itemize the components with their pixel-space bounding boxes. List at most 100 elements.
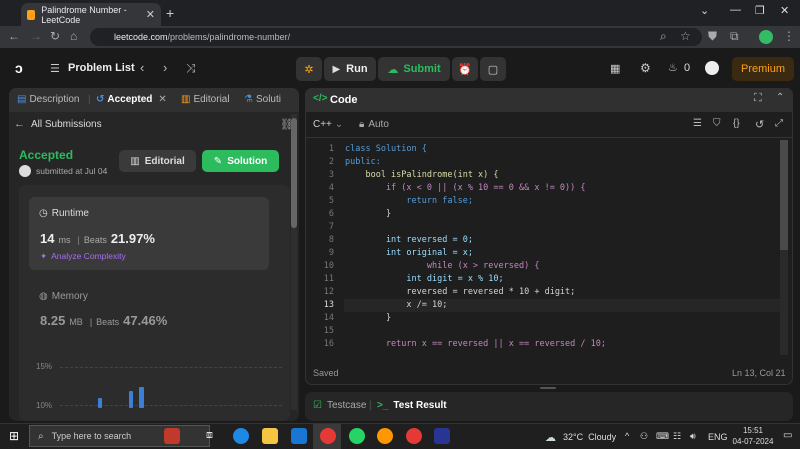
close-tab-accepted-icon[interactable]: ✕ [158, 94, 166, 105]
zoom-icon[interactable]: ⌕ [660, 29, 667, 44]
search-highlight-icon[interactable] [164, 428, 180, 444]
reset-icon[interactable]: ↺ [755, 118, 764, 131]
code-line[interactable]: bool isPalindrome(int x) { [345, 170, 498, 180]
file-explorer-icon[interactable] [262, 428, 278, 444]
language-indicator[interactable]: ENG [708, 432, 728, 442]
code-line[interactable]: public: [345, 157, 381, 167]
forward-icon[interactable]: → [30, 29, 42, 43]
wifi-icon[interactable]: ☷ [673, 431, 681, 442]
language-select[interactable]: C++ ⌄ [313, 119, 343, 130]
app-icon[interactable] [434, 428, 450, 444]
premium-button[interactable]: Premium [732, 57, 794, 81]
tray-chevron-icon[interactable]: ^ [625, 431, 629, 441]
left-scrollbar-thumb[interactable] [291, 118, 297, 228]
mail-icon[interactable] [291, 428, 307, 444]
settings-gear-icon[interactable]: ⚙ [640, 61, 651, 75]
memory-header[interactable]: ◍ Memory [39, 291, 88, 302]
home-icon[interactable]: ⌂ [70, 29, 77, 43]
line-number: 16 [323, 339, 334, 349]
profile-avatar[interactable] [759, 30, 773, 44]
volume-icon[interactable]: 🔊︎ [690, 431, 696, 442]
expand-icon[interactable]: ⤢ [775, 118, 783, 129]
code-line[interactable]: int reversed = 0; [345, 235, 473, 245]
tray-app-icon[interactable]: ⚇ [640, 431, 648, 442]
tab-test-result[interactable]: >_ Test Result [377, 400, 447, 411]
chrome-profile-icon[interactable] [377, 428, 393, 444]
tab-testcase[interactable]: ☑ Testcase [313, 400, 366, 411]
whatsapp-icon[interactable] [349, 428, 365, 444]
code-line[interactable]: if (x < 0 || (x % 10 == 0 && x != 0)) { [345, 183, 586, 193]
code-line[interactable]: int digit = x % 10; [345, 274, 503, 284]
shield-icon[interactable]: ⛊ [708, 29, 717, 44]
bookmark-icon[interactable]: ⛉ [713, 118, 721, 129]
layout-grid-icon[interactable]: ▦ [610, 62, 620, 75]
solution-button[interactable]: ✎ Solution [202, 150, 279, 172]
tab-description[interactable]: ▤ Description [17, 94, 79, 105]
debug-icon[interactable]: ✲ [296, 57, 322, 81]
chrome-icon[interactable] [320, 428, 336, 444]
editorial-button[interactable]: ▥ Editorial [119, 150, 196, 172]
minimize-icon[interactable]: — [730, 4, 741, 16]
panel-resize-handle[interactable] [540, 387, 556, 389]
problem-list-link[interactable]: Problem List [68, 62, 135, 74]
all-submissions-link[interactable]: All Submissions [31, 119, 102, 130]
format-icon[interactable]: ☰ [693, 118, 702, 129]
prev-problem-icon[interactable]: ‹ [140, 60, 144, 75]
chart-bar[interactable] [129, 391, 133, 408]
taskbar-search[interactable]: ⌕ Type here to search [29, 425, 210, 447]
code-line[interactable]: } [345, 209, 391, 219]
network-icon[interactable]: ⌨ [656, 431, 669, 442]
windows-start-icon[interactable]: ⊞ [9, 429, 19, 443]
code-line[interactable]: return x == reversed || x == reversed / … [345, 339, 606, 349]
chart-bar[interactable] [98, 398, 102, 408]
code-line[interactable]: int original = x; [345, 248, 473, 258]
clock-date[interactable]: 04-07-2024 [730, 437, 776, 446]
back-icon[interactable]: ← [8, 29, 20, 43]
fullscreen-icon[interactable]: ⛶ [754, 92, 762, 105]
code-line[interactable]: x /= 10; [345, 300, 447, 310]
auto-mode[interactable]: 🔒︎ Auto [359, 119, 389, 130]
shuffle-icon[interactable]: ⤨ [186, 61, 196, 76]
notification-icon[interactable]: ▭ [783, 430, 792, 441]
code-bracket-icon: </> [313, 93, 328, 104]
menu-icon[interactable]: ⋮ [783, 29, 795, 43]
restore-icon[interactable]: ❐ [755, 4, 765, 17]
submit-button[interactable]: ☁ Submit [378, 57, 450, 81]
weather-text[interactable]: 32°C Cloudy [563, 432, 616, 442]
streak-fire-icon[interactable]: ♨ [668, 61, 678, 74]
new-tab-icon[interactable]: + [166, 5, 174, 21]
extensions-icon[interactable]: ⧉ [730, 29, 739, 44]
browser-tab-title: Palindrome Number - LeetCode [41, 4, 127, 25]
task-view-icon[interactable]: ⧈ [206, 429, 213, 442]
tab-accepted[interactable]: ↺ Accepted ✕ [96, 94, 167, 105]
close-window-icon[interactable]: ✕ [780, 4, 789, 17]
code-line[interactable]: return false; [345, 196, 473, 206]
code-line[interactable]: } [345, 313, 391, 323]
editor-scrollbar-thumb[interactable] [780, 140, 788, 250]
tab-editorial[interactable]: ▥ Editorial [181, 94, 230, 105]
notes-icon[interactable]: ▢ [480, 57, 506, 81]
chart-bar[interactable] [139, 387, 144, 408]
code-line[interactable]: while (x > reversed) { [345, 261, 540, 271]
braces-icon[interactable]: {} [733, 118, 740, 129]
chrome-alt-icon[interactable] [406, 428, 422, 444]
next-problem-icon[interactable]: › [163, 60, 167, 75]
browser-tab[interactable]: Palindrome Number - LeetCode ✕ [21, 3, 161, 26]
run-button[interactable]: ▶ Run [324, 57, 376, 81]
bookmark-star-icon[interactable]: ☆ [680, 29, 691, 43]
collapse-icon[interactable]: ⌃ [776, 92, 784, 103]
reload-icon[interactable]: ↻ [50, 29, 60, 43]
leetcode-logo-icon[interactable]: ↄ [15, 60, 31, 76]
code-line[interactable]: class Solution { [345, 144, 427, 154]
timer-icon[interactable]: ⏰ [452, 57, 478, 81]
code-line[interactable]: reversed = reversed * 10 + digit; [345, 287, 575, 297]
back-arrow-icon[interactable]: ← [14, 118, 25, 130]
analyze-complexity-link[interactable]: ✦ Analyze Complexity [40, 251, 126, 262]
edge-icon[interactable] [233, 428, 249, 444]
chevron-down-icon[interactable]: ⌄ [700, 4, 709, 17]
url-field[interactable]: leetcode.com/problems/palindrome-number/ [90, 28, 702, 46]
tab-solutions[interactable]: ⚗ Soluti [244, 94, 296, 105]
user-avatar[interactable] [705, 61, 719, 75]
clock-time[interactable]: 15:51 [738, 426, 768, 435]
close-tab-icon[interactable]: ✕ [146, 8, 155, 21]
